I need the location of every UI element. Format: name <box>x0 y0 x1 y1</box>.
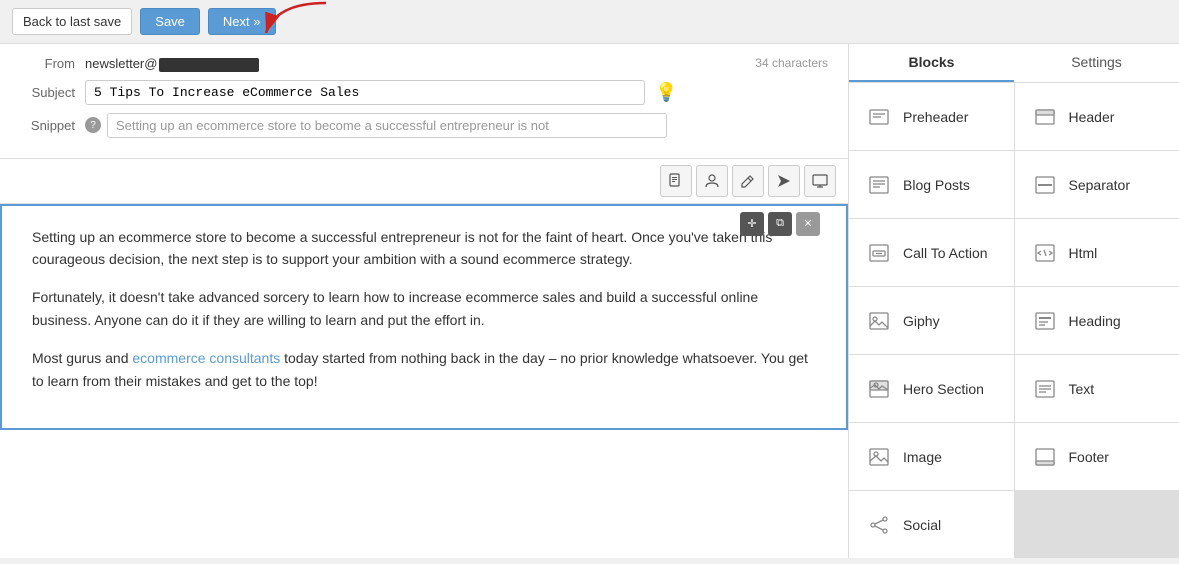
snippet-row: Snippet ? <box>20 113 828 138</box>
redacted-email <box>159 58 259 72</box>
idea-icon: 💡 <box>655 82 677 103</box>
block-giphy[interactable]: Giphy <box>849 287 1014 354</box>
paragraph-1: Setting up an ecommerce store to become … <box>32 226 816 271</box>
heading-label: Heading <box>1069 313 1121 329</box>
text-label: Text <box>1069 381 1095 397</box>
block-blog-posts[interactable]: Blog Posts <box>849 151 1014 218</box>
toolbar-document-btn[interactable] <box>660 165 692 197</box>
preheader-label: Preheader <box>903 109 968 125</box>
footer-label: Footer <box>1069 449 1109 465</box>
back-button[interactable]: Back to last save <box>12 8 132 35</box>
send-icon <box>776 173 792 189</box>
editor-content: ✛ ⧉ ✕ Setting up an ecommerce store to b… <box>0 204 848 430</box>
image-label: Image <box>903 449 942 465</box>
blog-posts-label: Blog Posts <box>903 177 970 193</box>
block-html[interactable]: Html <box>1015 219 1179 286</box>
snippet-label: Snippet <box>20 118 85 133</box>
separator-icon <box>1031 171 1059 199</box>
document-icon <box>668 173 684 189</box>
block-hero-section[interactable]: Hero Section <box>849 355 1014 422</box>
toolbar-send-btn[interactable] <box>768 165 800 197</box>
image-icon <box>865 443 893 471</box>
text-icon <box>1031 375 1059 403</box>
desktop-icon <box>812 173 828 189</box>
from-label: From <box>20 56 85 71</box>
giphy-label: Giphy <box>903 313 940 329</box>
block-call-to-action[interactable]: Call To Action <box>849 219 1014 286</box>
block-footer[interactable]: Footer <box>1015 423 1179 490</box>
main-layout: From newsletter@ 34 characters Subject 💡… <box>0 44 1179 558</box>
delete-btn[interactable]: ✕ <box>796 212 820 236</box>
subject-row: Subject 💡 <box>20 80 828 105</box>
call-to-action-label: Call To Action <box>903 245 988 261</box>
left-panel: From newsletter@ 34 characters Subject 💡… <box>0 44 849 558</box>
html-icon <box>1031 239 1059 267</box>
panel-tabs: Blocks Settings <box>849 44 1179 83</box>
right-panel: Blocks Settings Preheader <box>849 44 1179 558</box>
social-icon <box>865 511 893 539</box>
block-heading[interactable]: Heading <box>1015 287 1179 354</box>
toolbar-pen-btn[interactable] <box>732 165 764 197</box>
giphy-icon <box>865 307 893 335</box>
email-meta: From newsletter@ 34 characters Subject 💡… <box>0 44 848 159</box>
block-header[interactable]: Header <box>1015 83 1179 150</box>
toolbar-desktop-btn[interactable] <box>804 165 836 197</box>
from-value: newsletter@ <box>85 56 259 72</box>
heading-icon <box>1031 307 1059 335</box>
social-label: Social <box>903 517 941 533</box>
hero-section-label: Hero Section <box>903 381 984 397</box>
duplicate-btn[interactable]: ⧉ <box>768 212 792 236</box>
block-text[interactable]: Text <box>1015 355 1179 422</box>
user-icon <box>704 173 720 189</box>
tab-settings[interactable]: Settings <box>1014 44 1179 82</box>
snippet-input[interactable] <box>107 113 667 138</box>
help-icon[interactable]: ? <box>85 117 101 133</box>
block-image[interactable]: Image <box>849 423 1014 490</box>
pen-icon <box>740 173 756 189</box>
subject-label: Subject <box>20 85 85 100</box>
block-preheader[interactable]: Preheader <box>849 83 1014 150</box>
block-separator[interactable]: Separator <box>1015 151 1179 218</box>
blog-posts-icon <box>865 171 893 199</box>
editor-area[interactable]: ✛ ⧉ ✕ Setting up an ecommerce store to b… <box>0 204 848 558</box>
header-icon <box>1031 103 1059 131</box>
editor-toolbar <box>0 159 848 204</box>
blocks-grid: Preheader Header <box>849 83 1179 558</box>
arrow-icon <box>256 0 336 44</box>
drag-handle-btn[interactable]: ✛ <box>740 212 764 236</box>
header-label: Header <box>1069 109 1115 125</box>
subject-input[interactable] <box>85 80 645 105</box>
ecommerce-consultants-link[interactable]: ecommerce consultants <box>132 350 280 366</box>
tab-blocks[interactable]: Blocks <box>849 44 1014 82</box>
html-label: Html <box>1069 245 1098 261</box>
call-to-action-icon <box>865 239 893 267</box>
footer-icon <box>1031 443 1059 471</box>
preheader-icon <box>865 103 893 131</box>
from-row: From newsletter@ 34 characters <box>20 56 828 72</box>
paragraph-3: Most gurus and ecommerce consultants tod… <box>32 347 816 392</box>
save-button[interactable]: Save <box>140 8 200 35</box>
char-count: 34 characters <box>755 56 828 70</box>
editor-controls: ✛ ⧉ ✕ <box>740 212 820 236</box>
separator-label: Separator <box>1069 177 1130 193</box>
top-bar: Back to last save Save Next » <box>0 0 1179 44</box>
block-social[interactable]: Social <box>849 491 1014 558</box>
toolbar-user-btn[interactable] <box>696 165 728 197</box>
editor-text: Setting up an ecommerce store to become … <box>32 226 816 392</box>
paragraph-2: Fortunately, it doesn't take advanced so… <box>32 286 816 331</box>
hero-section-icon <box>865 375 893 403</box>
